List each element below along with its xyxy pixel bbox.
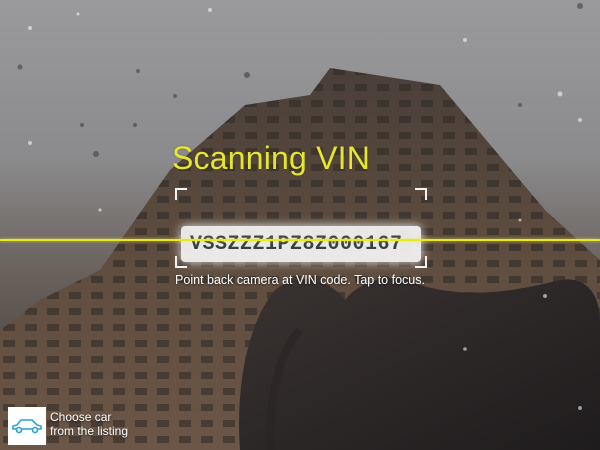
choose-car-label[interactable]: Choose car from the listing	[50, 410, 128, 438]
car-icon	[12, 419, 42, 434]
choose-car-button[interactable]: Choose car from the listing	[0, 402, 180, 450]
choose-car-line2: from the listing	[50, 424, 129, 438]
scan-title: Scanning VIN	[172, 140, 371, 176]
detected-vin: VSSZZZ1PZ8Z000167	[190, 233, 403, 256]
scan-hint: Point back camera at VIN code. Tap to fo…	[175, 273, 425, 287]
scan-line	[0, 239, 600, 241]
frame-corner-top-left	[175, 188, 187, 200]
frame-corner-top-right	[415, 188, 427, 200]
choose-car-line1: Choose car	[50, 410, 112, 424]
car-tile[interactable]	[8, 407, 46, 445]
